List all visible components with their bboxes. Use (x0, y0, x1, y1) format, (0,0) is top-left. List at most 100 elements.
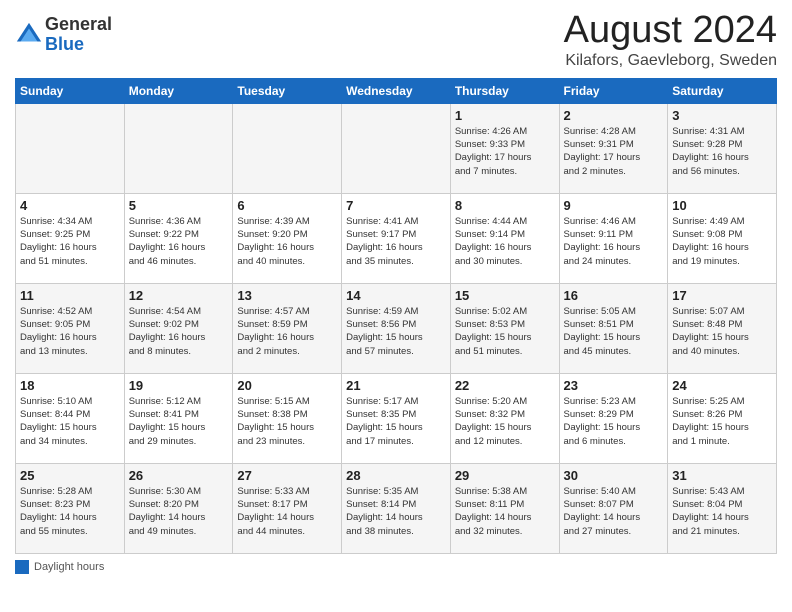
header-day-saturday: Saturday (668, 78, 777, 103)
calendar-cell: 26Sunrise: 5:30 AM Sunset: 8:20 PM Dayli… (124, 463, 233, 553)
day-info: Sunrise: 4:34 AM Sunset: 9:25 PM Dayligh… (20, 215, 120, 268)
day-info: Sunrise: 4:39 AM Sunset: 9:20 PM Dayligh… (237, 215, 337, 268)
day-number: 2 (564, 108, 664, 123)
day-number: 14 (346, 288, 446, 303)
day-info: Sunrise: 5:25 AM Sunset: 8:26 PM Dayligh… (672, 395, 772, 448)
day-number: 30 (564, 468, 664, 483)
day-number: 20 (237, 378, 337, 393)
legend-label: Daylight hours (34, 561, 104, 573)
calendar-cell: 10 Sunrise: 4:49 AM Sunset: 9:08 PM Dayli… (668, 193, 777, 283)
day-info: Sunrise: 5:10 AM Sunset: 8:44 PM Dayligh… (20, 395, 120, 448)
day-info: Sunrise: 5:20 AM Sunset: 8:32 PM Dayligh… (455, 395, 555, 448)
calendar-cell: 18 Sunrise: 5:10 AM Sunset: 8:44 PM Dayli… (16, 373, 125, 463)
header-day-tuesday: Tuesday (233, 78, 342, 103)
logo-icon (15, 21, 43, 49)
calendar-cell: 27 Sunrise: 5:33 AM Sunset: 8:17 PM Dayli… (233, 463, 342, 553)
day-number: 18 (20, 378, 120, 393)
logo-general-text: General (45, 15, 112, 35)
calendar-cell (16, 103, 125, 193)
calendar-cell: 31 Sunrise: 5:43 AM Sunset: 8:04 PM Dayli… (668, 463, 777, 553)
calendar-cell: 12Sunrise: 4:54 AM Sunset: 9:02 PM Dayli… (124, 283, 233, 373)
calendar-cell: 4 Sunrise: 4:34 AM Sunset: 9:25 PM Daylig… (16, 193, 125, 283)
calendar-cell: 29Sunrise: 5:38 AM Sunset: 8:11 PM Dayli… (450, 463, 559, 553)
calendar-cell (342, 103, 451, 193)
day-number: 31 (672, 468, 772, 483)
day-number: 15 (455, 288, 555, 303)
calendar-week-row: 18 Sunrise: 5:10 AM Sunset: 8:44 PM Dayli… (16, 373, 777, 463)
calendar-cell (124, 103, 233, 193)
calendar-cell: 9 Sunrise: 4:46 AM Sunset: 9:11 PM Daylig… (559, 193, 668, 283)
day-number: 4 (20, 198, 120, 213)
calendar-header-row: SundayMondayTuesdayWednesdayThursdayFrid… (16, 78, 777, 103)
calendar-cell: 1Sunrise: 4:26 AM Sunset: 9:33 PM Daylig… (450, 103, 559, 193)
calendar-cell: 11Sunrise: 4:52 AM Sunset: 9:05 PM Dayli… (16, 283, 125, 373)
day-number: 19 (129, 378, 229, 393)
day-info: Sunrise: 4:46 AM Sunset: 9:11 PM Dayligh… (564, 215, 664, 268)
day-number: 27 (237, 468, 337, 483)
calendar-cell: 5 Sunrise: 4:36 AM Sunset: 9:22 PM Daylig… (124, 193, 233, 283)
month-title: August 2024 (564, 10, 777, 52)
calendar-cell: 22 Sunrise: 5:20 AM Sunset: 8:32 PM Dayli… (450, 373, 559, 463)
header-day-sunday: Sunday (16, 78, 125, 103)
day-number: 23 (564, 378, 664, 393)
day-info: Sunrise: 5:05 AM Sunset: 8:51 PM Dayligh… (564, 305, 664, 358)
title-area: August 2024 Kilafors, Gaevleborg, Sweden (564, 10, 777, 70)
day-info: Sunrise: 5:17 AM Sunset: 8:35 PM Dayligh… (346, 395, 446, 448)
header-day-friday: Friday (559, 78, 668, 103)
calendar-cell: 17 Sunrise: 5:07 AM Sunset: 8:48 PM Dayli… (668, 283, 777, 373)
calendar-cell: 6 Sunrise: 4:39 AM Sunset: 9:20 PM Daylig… (233, 193, 342, 283)
calendar-cell: 23 Sunrise: 5:23 AM Sunset: 8:29 PM Dayli… (559, 373, 668, 463)
calendar-cell: 16 Sunrise: 5:05 AM Sunset: 8:51 PM Dayli… (559, 283, 668, 373)
day-info: Sunrise: 4:59 AM Sunset: 8:56 PM Dayligh… (346, 305, 446, 358)
calendar-cell: 8 Sunrise: 4:44 AM Sunset: 9:14 PM Daylig… (450, 193, 559, 283)
day-number: 8 (455, 198, 555, 213)
day-number: 12 (129, 288, 229, 303)
calendar-cell: 13 Sunrise: 4:57 AM Sunset: 8:59 PM Dayli… (233, 283, 342, 373)
day-number: 24 (672, 378, 772, 393)
day-info: Sunrise: 4:49 AM Sunset: 9:08 PM Dayligh… (672, 215, 772, 268)
day-number: 22 (455, 378, 555, 393)
day-number: 10 (672, 198, 772, 213)
calendar-week-row: 4 Sunrise: 4:34 AM Sunset: 9:25 PM Daylig… (16, 193, 777, 283)
calendar-cell: 24 Sunrise: 5:25 AM Sunset: 8:26 PM Dayli… (668, 373, 777, 463)
day-info: Sunrise: 5:23 AM Sunset: 8:29 PM Dayligh… (564, 395, 664, 448)
header-day-monday: Monday (124, 78, 233, 103)
day-number: 28 (346, 468, 446, 483)
day-info: Sunrise: 4:41 AM Sunset: 9:17 PM Dayligh… (346, 215, 446, 268)
day-number: 3 (672, 108, 772, 123)
day-number: 25 (20, 468, 120, 483)
logo-blue-text: Blue (45, 35, 112, 55)
day-info: Sunrise: 5:30 AM Sunset: 8:20 PM Dayligh… (129, 485, 229, 538)
day-info: Sunrise: 5:28 AM Sunset: 8:23 PM Dayligh… (20, 485, 120, 538)
header: General Blue August 2024 Kilafors, Gaevl… (15, 10, 777, 70)
day-info: Sunrise: 5:33 AM Sunset: 8:17 PM Dayligh… (237, 485, 337, 538)
day-number: 17 (672, 288, 772, 303)
day-info: Sunrise: 4:44 AM Sunset: 9:14 PM Dayligh… (455, 215, 555, 268)
calendar-cell: 14 Sunrise: 4:59 AM Sunset: 8:56 PM Dayli… (342, 283, 451, 373)
calendar-cell: 15Sunrise: 5:02 AM Sunset: 8:53 PM Dayli… (450, 283, 559, 373)
calendar-cell: 30 Sunrise: 5:40 AM Sunset: 8:07 PM Dayli… (559, 463, 668, 553)
calendar-week-row: 25 Sunrise: 5:28 AM Sunset: 8:23 PM Dayli… (16, 463, 777, 553)
legend-box (15, 560, 29, 574)
day-number: 6 (237, 198, 337, 213)
day-info: Sunrise: 5:12 AM Sunset: 8:41 PM Dayligh… (129, 395, 229, 448)
calendar-cell: 7Sunrise: 4:41 AM Sunset: 9:17 PM Daylig… (342, 193, 451, 283)
calendar-cell: 21 Sunrise: 5:17 AM Sunset: 8:35 PM Dayli… (342, 373, 451, 463)
logo: General Blue (15, 15, 112, 55)
day-info: Sunrise: 4:57 AM Sunset: 8:59 PM Dayligh… (237, 305, 337, 358)
day-number: 5 (129, 198, 229, 213)
calendar-cell: 2Sunrise: 4:28 AM Sunset: 9:31 PM Daylig… (559, 103, 668, 193)
footer: Daylight hours (15, 560, 777, 574)
calendar-cell (233, 103, 342, 193)
day-info: Sunrise: 5:07 AM Sunset: 8:48 PM Dayligh… (672, 305, 772, 358)
day-number: 13 (237, 288, 337, 303)
day-number: 21 (346, 378, 446, 393)
day-info: Sunrise: 5:43 AM Sunset: 8:04 PM Dayligh… (672, 485, 772, 538)
day-number: 16 (564, 288, 664, 303)
day-info: Sunrise: 4:31 AM Sunset: 9:28 PM Dayligh… (672, 125, 772, 178)
header-day-thursday: Thursday (450, 78, 559, 103)
day-info: Sunrise: 4:36 AM Sunset: 9:22 PM Dayligh… (129, 215, 229, 268)
day-info: Sunrise: 5:40 AM Sunset: 8:07 PM Dayligh… (564, 485, 664, 538)
calendar-week-row: 1Sunrise: 4:26 AM Sunset: 9:33 PM Daylig… (16, 103, 777, 193)
day-number: 9 (564, 198, 664, 213)
